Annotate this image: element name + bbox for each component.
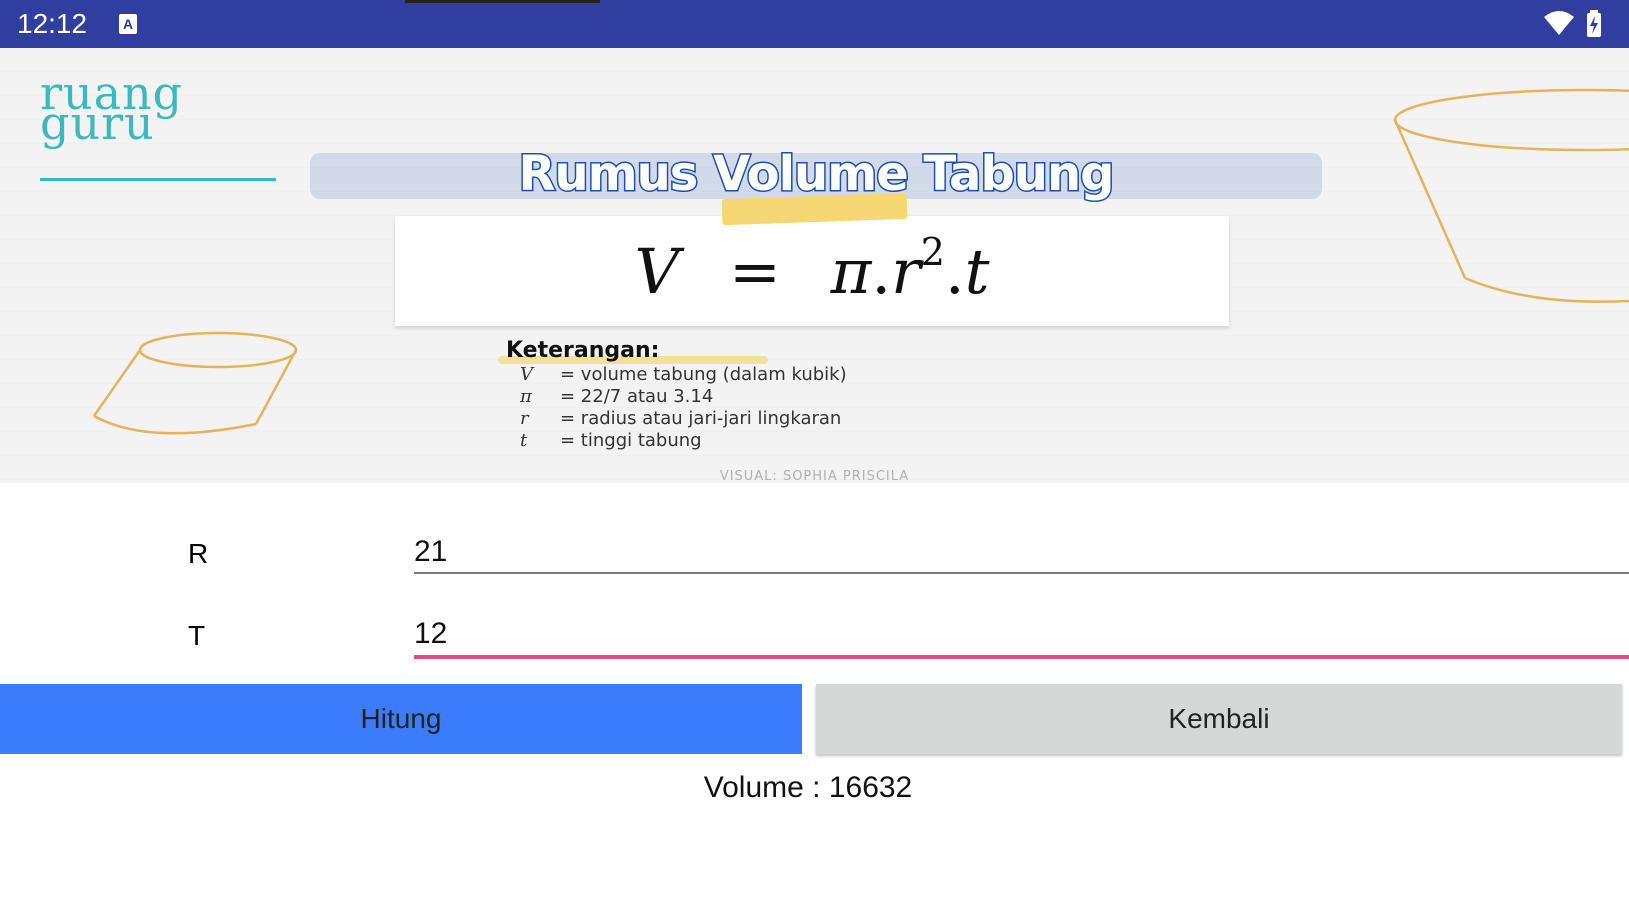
status-time: 12:12 [17,8,88,39]
cylinder-left-illustration [92,331,298,435]
keterangan-item: t = tinggi tabung [520,430,702,451]
kembali-button[interactable]: Kembali [816,684,1622,754]
hitung-button-label: Hitung [360,703,442,734]
a-icon: A [119,14,137,34]
formula-card: V = π.r2.t [395,216,1229,326]
banner-title: Rumus Volume Tabung [517,146,1116,202]
keterangan-item: π = 22/7 atau 3.14 [520,386,714,407]
app-screen: 12:12 A ruang guru Rumus Volume Tabung V… [0,0,1629,916]
cylinder-right-illustration [1393,88,1629,303]
formula-banner-image: ruang guru Rumus Volume Tabung V = π.r2.… [0,48,1629,509]
keterangan-item: r = radius atau jari-jari lingkaran [520,408,842,429]
camera-notch [405,0,600,3]
hitung-button[interactable]: Hitung [0,684,802,754]
banner-footer-strip [0,483,1629,509]
wifi-icon [1544,11,1574,35]
keterangan-list: V = volume tabung (dalam kubik) π = 22/7 a… [520,364,847,452]
keterangan-title: Keterangan: [506,338,660,363]
height-input[interactable] [414,606,1629,662]
height-label: T [188,620,206,651]
image-credit: VISUAL: SOPHIA PRISCILA [719,469,910,484]
keterangan-item: V = volume tabung (dalam kubik) [520,364,847,385]
height-input-focus-underline [414,655,1629,659]
kembali-button-label: Kembali [1168,703,1270,734]
battery-charging-icon [1587,10,1601,37]
ruangguru-logo: ruang guru [40,66,184,150]
radius-input-underline [414,572,1629,574]
radius-label: R [188,538,209,569]
volume-result: Volume : 16632 [703,771,913,804]
logo-underline [40,178,276,181]
status-bar: 12:12 A [0,0,1629,48]
volume-formula: V = π.r2.t [634,230,990,308]
